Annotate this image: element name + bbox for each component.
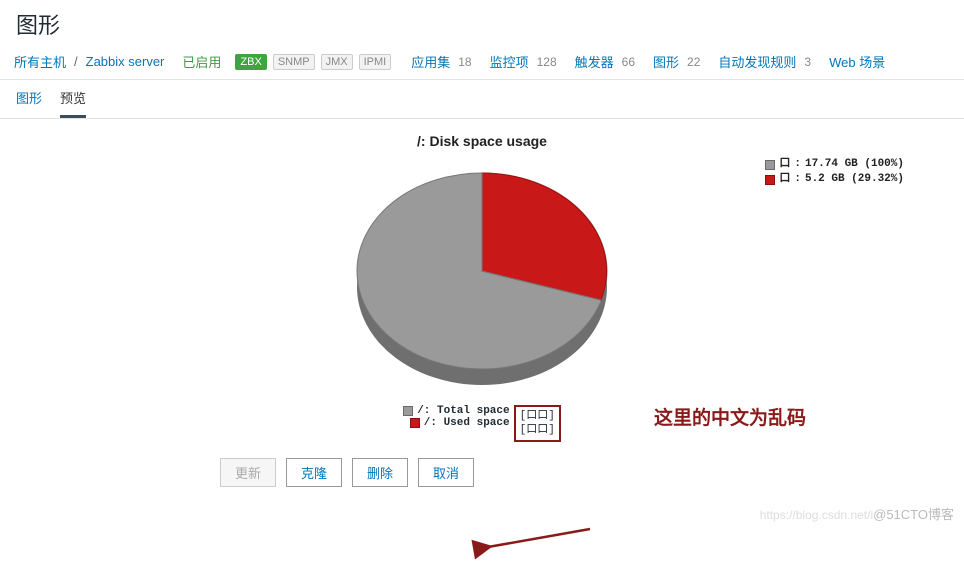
swatch-red-icon bbox=[765, 175, 775, 185]
swatch-grey-icon bbox=[403, 406, 413, 416]
watermark: https://blog.csdn.net/i@51CTO博客 bbox=[760, 504, 954, 523]
items-count: 128 bbox=[537, 55, 557, 69]
chart-area: /: Disk space usage 口: 17.74 GB (100%) 口… bbox=[0, 129, 964, 487]
swatch-grey-icon bbox=[765, 160, 775, 170]
legend-used-label: 口 bbox=[779, 172, 790, 187]
clone-button[interactable]: 克隆 bbox=[286, 458, 342, 487]
legend-total-value: 17.74 GB (100%) bbox=[805, 157, 904, 172]
status-enabled: 已启用 bbox=[182, 52, 221, 71]
page-title: 图形 bbox=[0, 0, 964, 48]
discovery-count: 3 bbox=[804, 55, 811, 69]
graphs-count: 22 bbox=[687, 55, 700, 69]
nav-graphs[interactable]: 图形 bbox=[653, 52, 679, 71]
legend-used-value: 5.2 GB (29.32%) bbox=[805, 172, 904, 187]
cancel-button[interactable]: 取消 bbox=[418, 458, 474, 487]
pie-chart bbox=[307, 149, 657, 399]
triggers-count: 66 bbox=[622, 55, 635, 69]
nav-web[interactable]: Web 场景 bbox=[829, 52, 885, 71]
swatch-red-icon bbox=[410, 418, 420, 428]
applications-count: 18 bbox=[458, 55, 471, 69]
breadcrumb-all-hosts[interactable]: 所有主机 bbox=[14, 52, 66, 71]
legend-total-label: 口 bbox=[779, 157, 790, 172]
nav-items[interactable]: 监控项 bbox=[490, 52, 529, 71]
bottom-legend-used-name: /: Used space bbox=[424, 417, 510, 429]
watermark-left: https://blog.csdn.net/i bbox=[760, 508, 873, 522]
legend-right: 口: 17.74 GB (100%) 口: 5.2 GB (29.32%) bbox=[765, 157, 904, 188]
garble-line-2: [口口] bbox=[520, 423, 555, 437]
nav-triggers[interactable]: 触发器 bbox=[575, 52, 614, 71]
bottom-legend-total-name: /: Total space bbox=[417, 405, 509, 417]
tag-jmx: JMX bbox=[321, 54, 353, 70]
nav-discovery[interactable]: 自动发现规则 bbox=[718, 52, 796, 71]
update-button: 更新 bbox=[220, 458, 276, 487]
separator: / bbox=[74, 54, 78, 69]
tag-ipmi: IPMI bbox=[359, 54, 392, 70]
breadcrumb-host[interactable]: Zabbix server bbox=[86, 54, 165, 69]
legend-total: 口: 17.74 GB (100%) bbox=[765, 157, 904, 172]
nav-applications[interactable]: 应用集 bbox=[411, 52, 450, 71]
legend-used: 口: 5.2 GB (29.32%) bbox=[765, 172, 904, 187]
button-row: 更新 克隆 删除 取消 bbox=[20, 442, 944, 487]
tab-graph[interactable]: 图形 bbox=[16, 88, 42, 118]
annotation-arrow-icon bbox=[470, 523, 600, 563]
tabs: 图形 预览 bbox=[0, 80, 964, 119]
breadcrumb: 所有主机 / Zabbix server 已启用 ZBX SNMP JMX IP… bbox=[0, 48, 964, 80]
garble-annotation-box: [口口] [口口] bbox=[514, 405, 561, 442]
watermark-right: @51CTO博客 bbox=[873, 507, 954, 522]
annotation-text: 这里的中文为乱码 bbox=[654, 403, 806, 430]
chart-title: /: Disk space usage bbox=[20, 129, 944, 149]
annotation: 这里的中文为乱码 bbox=[654, 403, 806, 430]
delete-button[interactable]: 删除 bbox=[352, 458, 408, 487]
tag-snmp: SNMP bbox=[273, 54, 315, 70]
bottom-legend-total: /: Total space bbox=[403, 405, 509, 417]
garble-line-1: [口口] bbox=[520, 409, 555, 423]
tab-preview[interactable]: 预览 bbox=[60, 88, 86, 118]
bottom-legend-used: /: Used space bbox=[403, 417, 509, 429]
tag-zbx: ZBX bbox=[235, 54, 266, 70]
